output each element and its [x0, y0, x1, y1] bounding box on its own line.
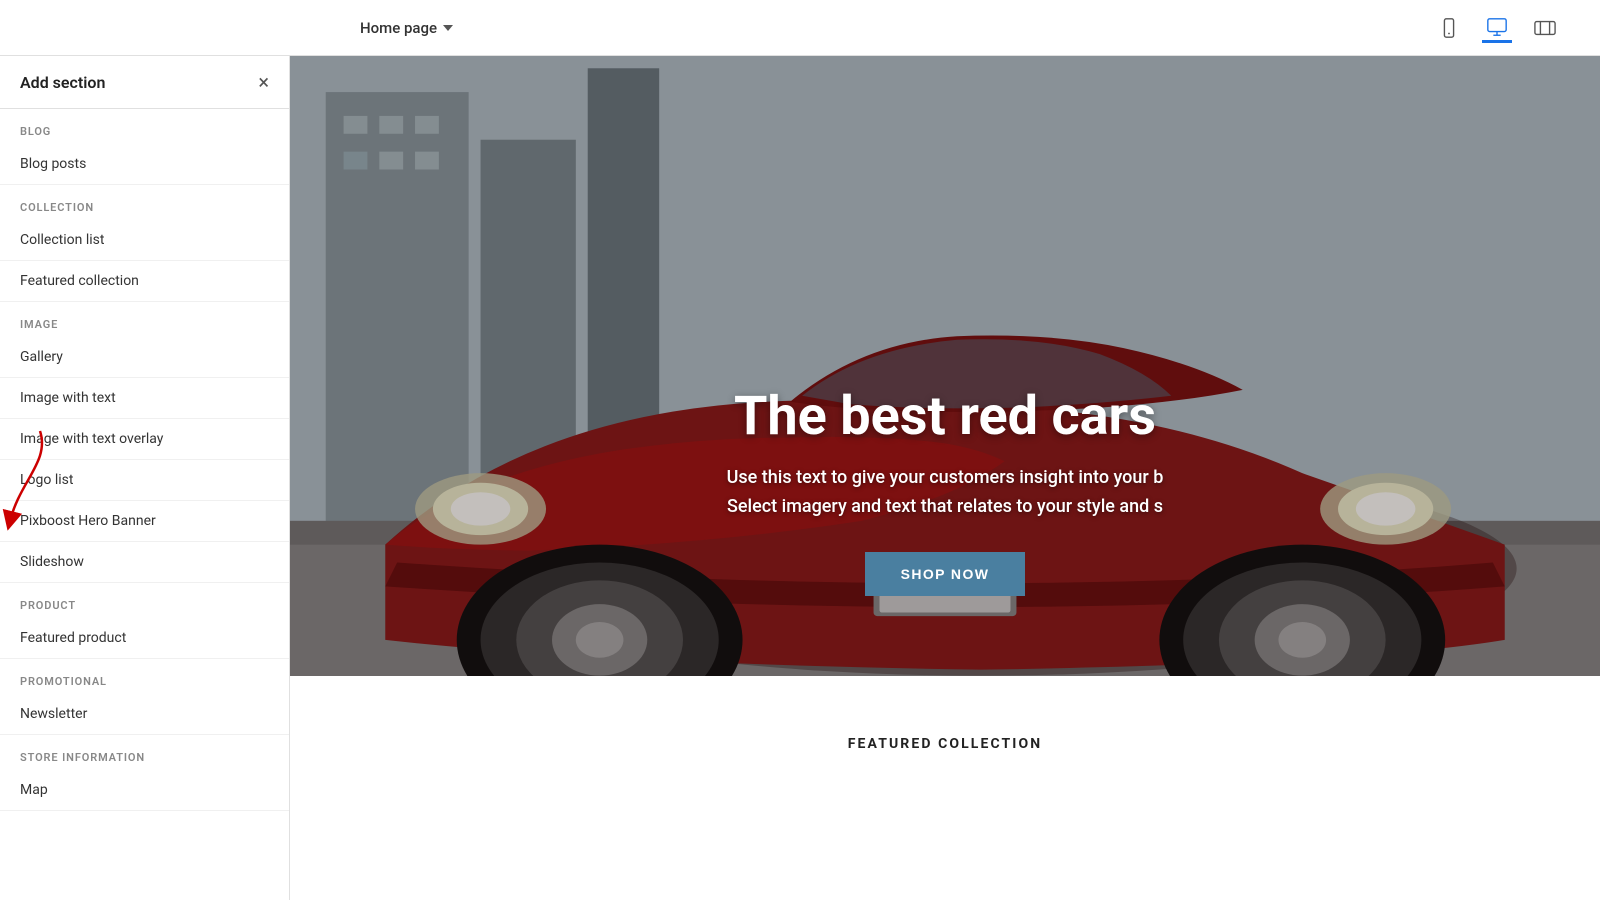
featured-collection-title: FEATURED COLLECTION [330, 736, 1560, 752]
section-label-image: IMAGE [0, 302, 289, 337]
page-preview: The best red cars Use this text to give … [290, 56, 1600, 900]
section-label-promotional: PROMOTIONAL [0, 659, 289, 694]
section-label-product: PRODUCT [0, 583, 289, 618]
sidebar-header: Add section × [0, 56, 289, 109]
preview-frame: The best red cars Use this text to give … [290, 56, 1600, 900]
section-label-collection: COLLECTION [0, 185, 289, 220]
desktop-view-button[interactable] [1482, 12, 1512, 43]
hero-subtitle-line1: Use this text to give your customers ins… [727, 467, 1164, 488]
app-header: Home page [0, 0, 1600, 56]
hero-subtitle: Use this text to give your customers ins… [330, 464, 1560, 522]
hero-section: The best red cars Use this text to give … [290, 56, 1600, 676]
sidebar-title: Add section [20, 73, 105, 92]
sidebar-item-slideshow[interactable]: Slideshow [0, 542, 289, 583]
device-toggle-group [1434, 12, 1560, 43]
main-layout: Add section × BLOG Blog posts COLLECTION… [0, 56, 1600, 900]
sidebar-item-blog-posts[interactable]: Blog posts [0, 144, 289, 185]
chevron-down-icon [443, 25, 453, 31]
sidebar-item-collection-list[interactable]: Collection list [0, 220, 289, 261]
mobile-view-button[interactable] [1434, 13, 1464, 43]
sidebar-item-featured-collection[interactable]: Featured collection [0, 261, 289, 302]
sidebar-item-image-with-text-overlay[interactable]: Image with text overlay [0, 419, 289, 460]
hero-subtitle-line2: Select imagery and text that relates to … [727, 496, 1163, 517]
sidebar-item-image-with-text[interactable]: Image with text [0, 378, 289, 419]
section-label-store-information: STORE INFORMATION [0, 735, 289, 770]
sidebar-item-gallery[interactable]: Gallery [0, 337, 289, 378]
sidebar-item-pixboost-hero-banner[interactable]: Pixboost Hero Banner [0, 501, 289, 542]
sidebar-item-featured-product[interactable]: Featured product [0, 618, 289, 659]
section-label-blog: BLOG [0, 109, 289, 144]
add-section-sidebar: Add section × BLOG Blog posts COLLECTION… [0, 56, 290, 900]
sidebar-item-map[interactable]: Map [0, 770, 289, 811]
page-selector[interactable]: Home page [360, 19, 453, 37]
close-button[interactable]: × [258, 72, 269, 92]
sidebar-item-logo-list[interactable]: Logo list [0, 460, 289, 501]
sidebar-item-newsletter[interactable]: Newsletter [0, 694, 289, 735]
hero-title: The best red cars [330, 385, 1560, 448]
widescreen-view-button[interactable] [1530, 13, 1560, 43]
page-selector-label: Home page [360, 19, 437, 37]
hero-content: The best red cars Use this text to give … [290, 385, 1600, 596]
featured-collection-section: FEATURED COLLECTION [290, 676, 1600, 782]
hero-shop-now-button[interactable]: SHOP NOW [865, 552, 1026, 596]
